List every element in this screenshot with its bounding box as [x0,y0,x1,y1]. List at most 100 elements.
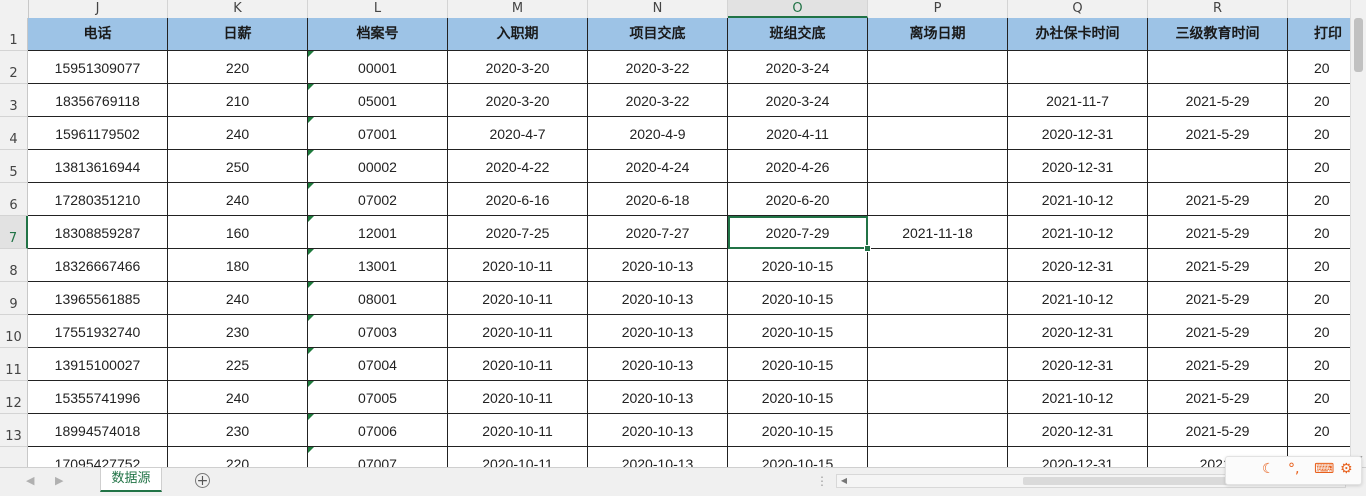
data-cell[interactable]: 2020-12-31 [1008,249,1148,282]
data-cell[interactable]: 07004 [308,348,448,381]
data-cell[interactable] [868,315,1008,348]
header-cell[interactable]: 离场日期 [868,18,1008,51]
data-cell[interactable] [868,249,1008,282]
prev-sheet-arrow-icon[interactable]: ◀ [26,474,34,487]
row-header-4[interactable]: 4 [0,117,28,150]
data-cell[interactable]: 2020-4-22 [448,150,588,183]
punctuation-icon[interactable]: °, [1288,461,1299,477]
data-cell[interactable]: 17551932740 [28,315,168,348]
data-cell[interactable]: 2021-10-12 [1008,216,1148,249]
data-cell[interactable]: 07002 [308,183,448,216]
data-cell[interactable]: 2020-10-11 [448,447,588,467]
data-cell[interactable] [1148,150,1288,183]
data-cell[interactable]: 2020-4-7 [448,117,588,150]
column-header-p[interactable]: P [868,0,1008,18]
next-sheet-arrow-icon[interactable]: ▶ [55,474,63,487]
data-cell[interactable]: 160 [168,216,308,249]
data-cell[interactable] [868,117,1008,150]
data-cell[interactable]: 2020-10-15 [728,414,868,447]
data-cell[interactable]: 2021-10-12 [1008,282,1148,315]
header-cell[interactable]: 档案号 [308,18,448,51]
data-cell[interactable]: 20 [1288,315,1350,348]
data-cell[interactable]: 225 [168,348,308,381]
data-cell[interactable]: 2020-12-31 [1008,315,1148,348]
data-cell[interactable]: 2020-12-31 [1008,447,1148,467]
data-cell[interactable]: 2021-10-12 [1008,183,1148,216]
row-header-2[interactable]: 2 [0,51,28,84]
data-cell[interactable]: 2020-4-24 [588,150,728,183]
data-cell[interactable]: 2020-3-20 [448,51,588,84]
data-cell[interactable]: 18356769118 [28,84,168,117]
data-cell[interactable]: 13965561885 [28,282,168,315]
data-cell[interactable]: 20 [1288,183,1350,216]
data-cell[interactable]: 2020-6-18 [588,183,728,216]
header-cell[interactable]: 打印 [1288,18,1350,51]
data-cell[interactable]: 07005 [308,381,448,414]
row-header-13[interactable]: 13 [0,414,28,447]
moon-icon[interactable]: ☾ [1262,461,1275,477]
data-cell[interactable]: 230 [168,414,308,447]
data-cell[interactable]: 2020-12-31 [1008,414,1148,447]
column-header-o[interactable]: O [728,0,868,18]
active-cell[interactable]: 2020-7-29 [728,216,868,249]
row-header-9[interactable]: 9 [0,282,28,315]
column-header-l[interactable]: L [308,0,448,18]
data-cell[interactable] [868,414,1008,447]
data-cell[interactable]: 2020-3-24 [728,84,868,117]
data-cell[interactable]: 18994574018 [28,414,168,447]
data-cell[interactable]: 2020-12-31 [1008,117,1148,150]
row-header-partial[interactable] [0,447,28,467]
data-cell[interactable]: 2020-7-25 [448,216,588,249]
data-cell[interactable] [868,447,1008,467]
data-cell[interactable]: 20 [1288,84,1350,117]
row-header-8[interactable]: 8 [0,249,28,282]
data-cell[interactable]: 2020-10-11 [448,348,588,381]
data-cell[interactable]: 13813616944 [28,150,168,183]
row-header-7[interactable]: 7 [0,216,28,249]
row-header-10[interactable]: 10 [0,315,28,348]
data-cell[interactable]: 2020-10-11 [448,315,588,348]
data-cell[interactable]: 2020-10-13 [588,414,728,447]
data-cell[interactable]: 00002 [308,150,448,183]
tab-splitter-handle[interactable]: ⋮ [816,474,828,488]
data-cell[interactable]: 2020-12-31 [1008,150,1148,183]
data-cell[interactable]: 2021-5-29 [1148,183,1288,216]
data-cell[interactable]: 17095427752 [28,447,168,467]
data-cell[interactable]: 20 [1288,414,1350,447]
header-cell[interactable]: 日薪 [168,18,308,51]
row-header-1[interactable]: 1 [0,18,28,51]
data-cell[interactable]: 2020-10-11 [448,381,588,414]
data-cell[interactable] [868,381,1008,414]
data-cell[interactable]: 2020-10-13 [588,447,728,467]
data-cell[interactable]: 2020-10-13 [588,348,728,381]
data-cell[interactable]: 20 [1288,348,1350,381]
data-cell[interactable]: 220 [168,447,308,467]
data-cell[interactable]: 180 [168,249,308,282]
data-cell[interactable]: 20 [1288,381,1350,414]
data-cell[interactable]: 20 [1288,216,1350,249]
vertical-scrollbar[interactable]: ▼ [1350,18,1366,467]
gear-icon[interactable]: ⚙ [1340,461,1353,477]
data-cell[interactable]: 2020-10-13 [588,315,728,348]
vertical-scroll-thumb[interactable] [1354,18,1363,72]
data-cell[interactable]: 2021-5-29 [1148,282,1288,315]
data-cell[interactable]: 20 [1288,150,1350,183]
data-cell[interactable]: 2020-3-24 [728,51,868,84]
data-cell[interactable] [868,183,1008,216]
data-cell[interactable]: 2020-10-15 [728,282,868,315]
data-cell[interactable]: 18308859287 [28,216,168,249]
data-cell[interactable] [1148,51,1288,84]
data-cell[interactable]: 2020-10-15 [728,315,868,348]
data-cell[interactable]: 2021-5-29 [1148,216,1288,249]
header-cell[interactable]: 三级教育时间 [1148,18,1288,51]
data-cell[interactable]: 00001 [308,51,448,84]
select-all-corner[interactable] [0,0,29,18]
data-cell[interactable]: 210 [168,84,308,117]
row-header-11[interactable]: 11 [0,348,28,381]
data-cell[interactable]: 2020-10-11 [448,282,588,315]
data-cell[interactable]: 20 [1288,282,1350,315]
data-cell[interactable]: 13915100027 [28,348,168,381]
data-cell[interactable]: 13001 [308,249,448,282]
data-cell[interactable]: 2021-5-29 [1148,315,1288,348]
data-cell[interactable]: 2021-5-29 [1148,84,1288,117]
